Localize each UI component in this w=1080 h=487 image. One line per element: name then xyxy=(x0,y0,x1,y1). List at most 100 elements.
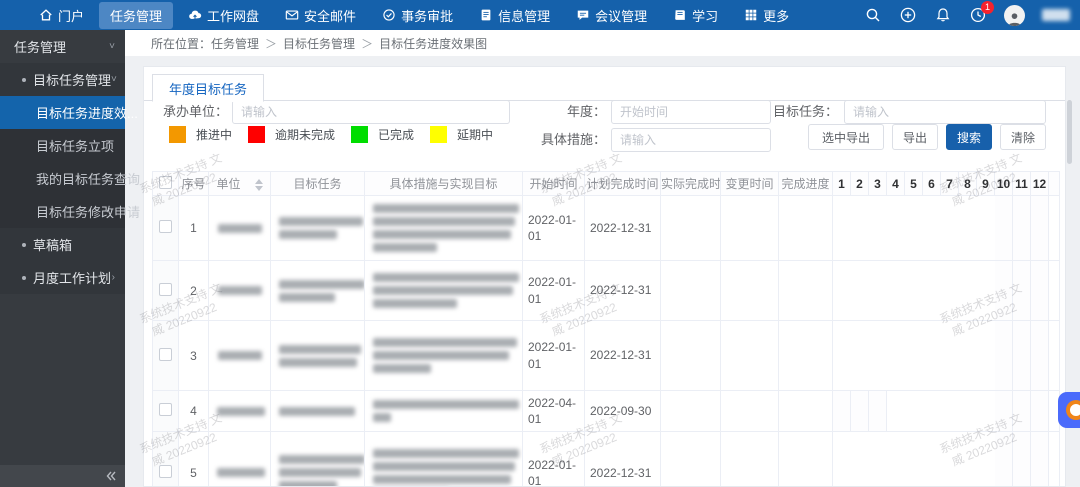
top-nav-item[interactable]: 更多 xyxy=(733,2,800,29)
search-button[interactable]: 搜索 xyxy=(946,124,992,150)
column-header[interactable]: 单位 xyxy=(209,172,271,196)
breadcrumb-item[interactable]: 目标任务管理 xyxy=(283,37,355,51)
search-icon[interactable] xyxy=(864,6,882,24)
redacted-cell xyxy=(209,391,271,432)
sidebar-item[interactable]: 目标任务修改申请 xyxy=(0,195,125,228)
sidebar-item[interactable]: 目标任务立项 xyxy=(0,129,125,162)
sidebar-item[interactable]: 我的目标任务查询 xyxy=(0,162,125,195)
measure-input[interactable] xyxy=(611,128,771,152)
gantt-empty-cell xyxy=(833,391,851,432)
top-nav-item[interactable]: 门户 xyxy=(28,2,95,29)
month-column-header: 1 xyxy=(833,172,851,196)
gantt-filled-cell xyxy=(887,432,905,487)
progress-cell xyxy=(779,391,833,432)
sidebar-item-label: 目标任务立项 xyxy=(36,136,114,155)
row-checkbox[interactable] xyxy=(159,283,172,296)
column-header[interactable]: 实际完成时间 xyxy=(661,172,721,196)
assistant-logo-icon xyxy=(1066,400,1080,420)
table-row: 12022-01-012022-12-31 xyxy=(153,196,1060,261)
checkbox-cell xyxy=(153,391,179,432)
user-avatar[interactable] xyxy=(1004,5,1025,26)
top-nav-item[interactable]: 会议管理 xyxy=(565,2,658,29)
column-header[interactable]: 计划完成时间 xyxy=(585,172,661,196)
column-header[interactable]: 开始时间 xyxy=(523,172,585,196)
gantt-empty-cell xyxy=(851,391,869,432)
gantt-filled-cell xyxy=(941,391,959,432)
breadcrumb-item[interactable]: 任务管理 xyxy=(211,37,259,51)
bell-icon[interactable] xyxy=(934,6,952,24)
change-time-cell xyxy=(721,432,779,487)
redacted-cell xyxy=(271,432,365,487)
sidebar-item[interactable]: 草稿箱 xyxy=(0,228,125,261)
sidebar-item[interactable]: 目标任务管理˅ xyxy=(0,63,125,96)
progress-cell xyxy=(779,321,833,391)
gantt-filled-cell xyxy=(905,321,923,391)
gantt-filled-cell xyxy=(833,432,851,487)
gantt-empty-cell xyxy=(995,321,1013,391)
clear-button[interactable]: 清除 xyxy=(1000,124,1046,150)
sidebar-item-label: 月度工作计划 xyxy=(33,268,111,287)
gantt-empty-cell xyxy=(1013,196,1031,261)
redacted-cell xyxy=(365,391,523,432)
row-checkbox[interactable] xyxy=(159,220,172,233)
top-nav-item[interactable]: 学习 xyxy=(662,2,729,29)
redacted-cell xyxy=(209,321,271,391)
gantt-filled-cell xyxy=(923,261,941,321)
sidebar-item-label: 草稿箱 xyxy=(33,235,72,254)
top-nav-menu: 门户任务管理工作网盘安全邮件事务审批信息管理会议管理学习更多 xyxy=(28,2,800,29)
tabs-header: 年度目标任务 xyxy=(144,67,1065,101)
target-task-input[interactable] xyxy=(844,100,1046,124)
floating-assistant-button[interactable] xyxy=(1058,392,1080,428)
legend-swatch xyxy=(351,126,368,143)
chevron-down-icon: ˅ xyxy=(109,41,115,52)
clock-icon[interactable]: 1 xyxy=(969,6,987,24)
month-column-header: 2 xyxy=(851,172,869,196)
unit-input[interactable] xyxy=(232,100,510,124)
sidebar-item[interactable]: 月度工作计划› xyxy=(0,261,125,294)
checkbox-cell xyxy=(153,432,179,487)
month-column-header: 10 xyxy=(995,172,1013,196)
content-panel: 年度目标任务 承办单位： 年度： 目标任务： 推进中逾期未完成已完成延期中 具体… xyxy=(143,66,1066,487)
top-nav-item[interactable]: 工作网盘 xyxy=(177,2,270,29)
month-column-header: 11 xyxy=(1013,172,1031,196)
select-all-checkbox[interactable] xyxy=(159,176,172,189)
gantt-filled-cell xyxy=(959,391,977,432)
scrollbar-thumb[interactable] xyxy=(1067,100,1072,164)
sidebar-item[interactable]: 任务管理 ˅ xyxy=(0,30,125,63)
gantt-filled-cell xyxy=(905,432,923,487)
sidebar-item-label: 任务管理 xyxy=(14,37,66,56)
export-button[interactable]: 导出 xyxy=(892,124,938,150)
column-header[interactable]: 序号 xyxy=(179,172,209,196)
row-checkbox[interactable] xyxy=(159,403,172,416)
gantt-filled-cell xyxy=(905,391,923,432)
gantt-empty-cell xyxy=(1013,391,1031,432)
notification-badge: 1 xyxy=(981,1,994,14)
row-checkbox[interactable] xyxy=(159,348,172,361)
month-column-header: 7 xyxy=(941,172,959,196)
redacted-cell xyxy=(365,261,523,321)
sort-icon[interactable] xyxy=(255,179,263,191)
top-nav-item[interactable]: 事务审批 xyxy=(371,2,464,29)
top-nav-item[interactable]: 信息管理 xyxy=(468,2,561,29)
month-column-header: 4 xyxy=(887,172,905,196)
top-right-tools: 1 xyxy=(864,0,1070,30)
approval-icon xyxy=(382,8,396,22)
column-header[interactable]: 具体措施与实现目标 xyxy=(365,172,523,196)
gantt-filled-cell xyxy=(959,261,977,321)
sidebar-collapse-button[interactable] xyxy=(0,465,125,487)
top-nav-item[interactable]: 安全邮件 xyxy=(274,2,367,29)
row-checkbox[interactable] xyxy=(159,465,172,478)
export-selected-button[interactable]: 选中导出 xyxy=(808,124,884,150)
actual-end-date-cell xyxy=(661,196,721,261)
column-header[interactable]: 变更时间 xyxy=(721,172,779,196)
tab-annual-target-tasks[interactable]: 年度目标任务 xyxy=(152,74,264,102)
progress-cell xyxy=(779,261,833,321)
username-redacted[interactable] xyxy=(1042,9,1070,21)
column-header[interactable]: 完成进度 xyxy=(779,172,833,196)
legend-swatch xyxy=(169,126,186,143)
year-input[interactable] xyxy=(611,100,771,124)
sidebar-item[interactable]: 目标任务进度效... xyxy=(0,96,125,129)
top-nav-item[interactable]: 任务管理 xyxy=(99,2,173,29)
add-circle-icon[interactable] xyxy=(899,6,917,24)
column-header[interactable]: 目标任务 xyxy=(271,172,365,196)
